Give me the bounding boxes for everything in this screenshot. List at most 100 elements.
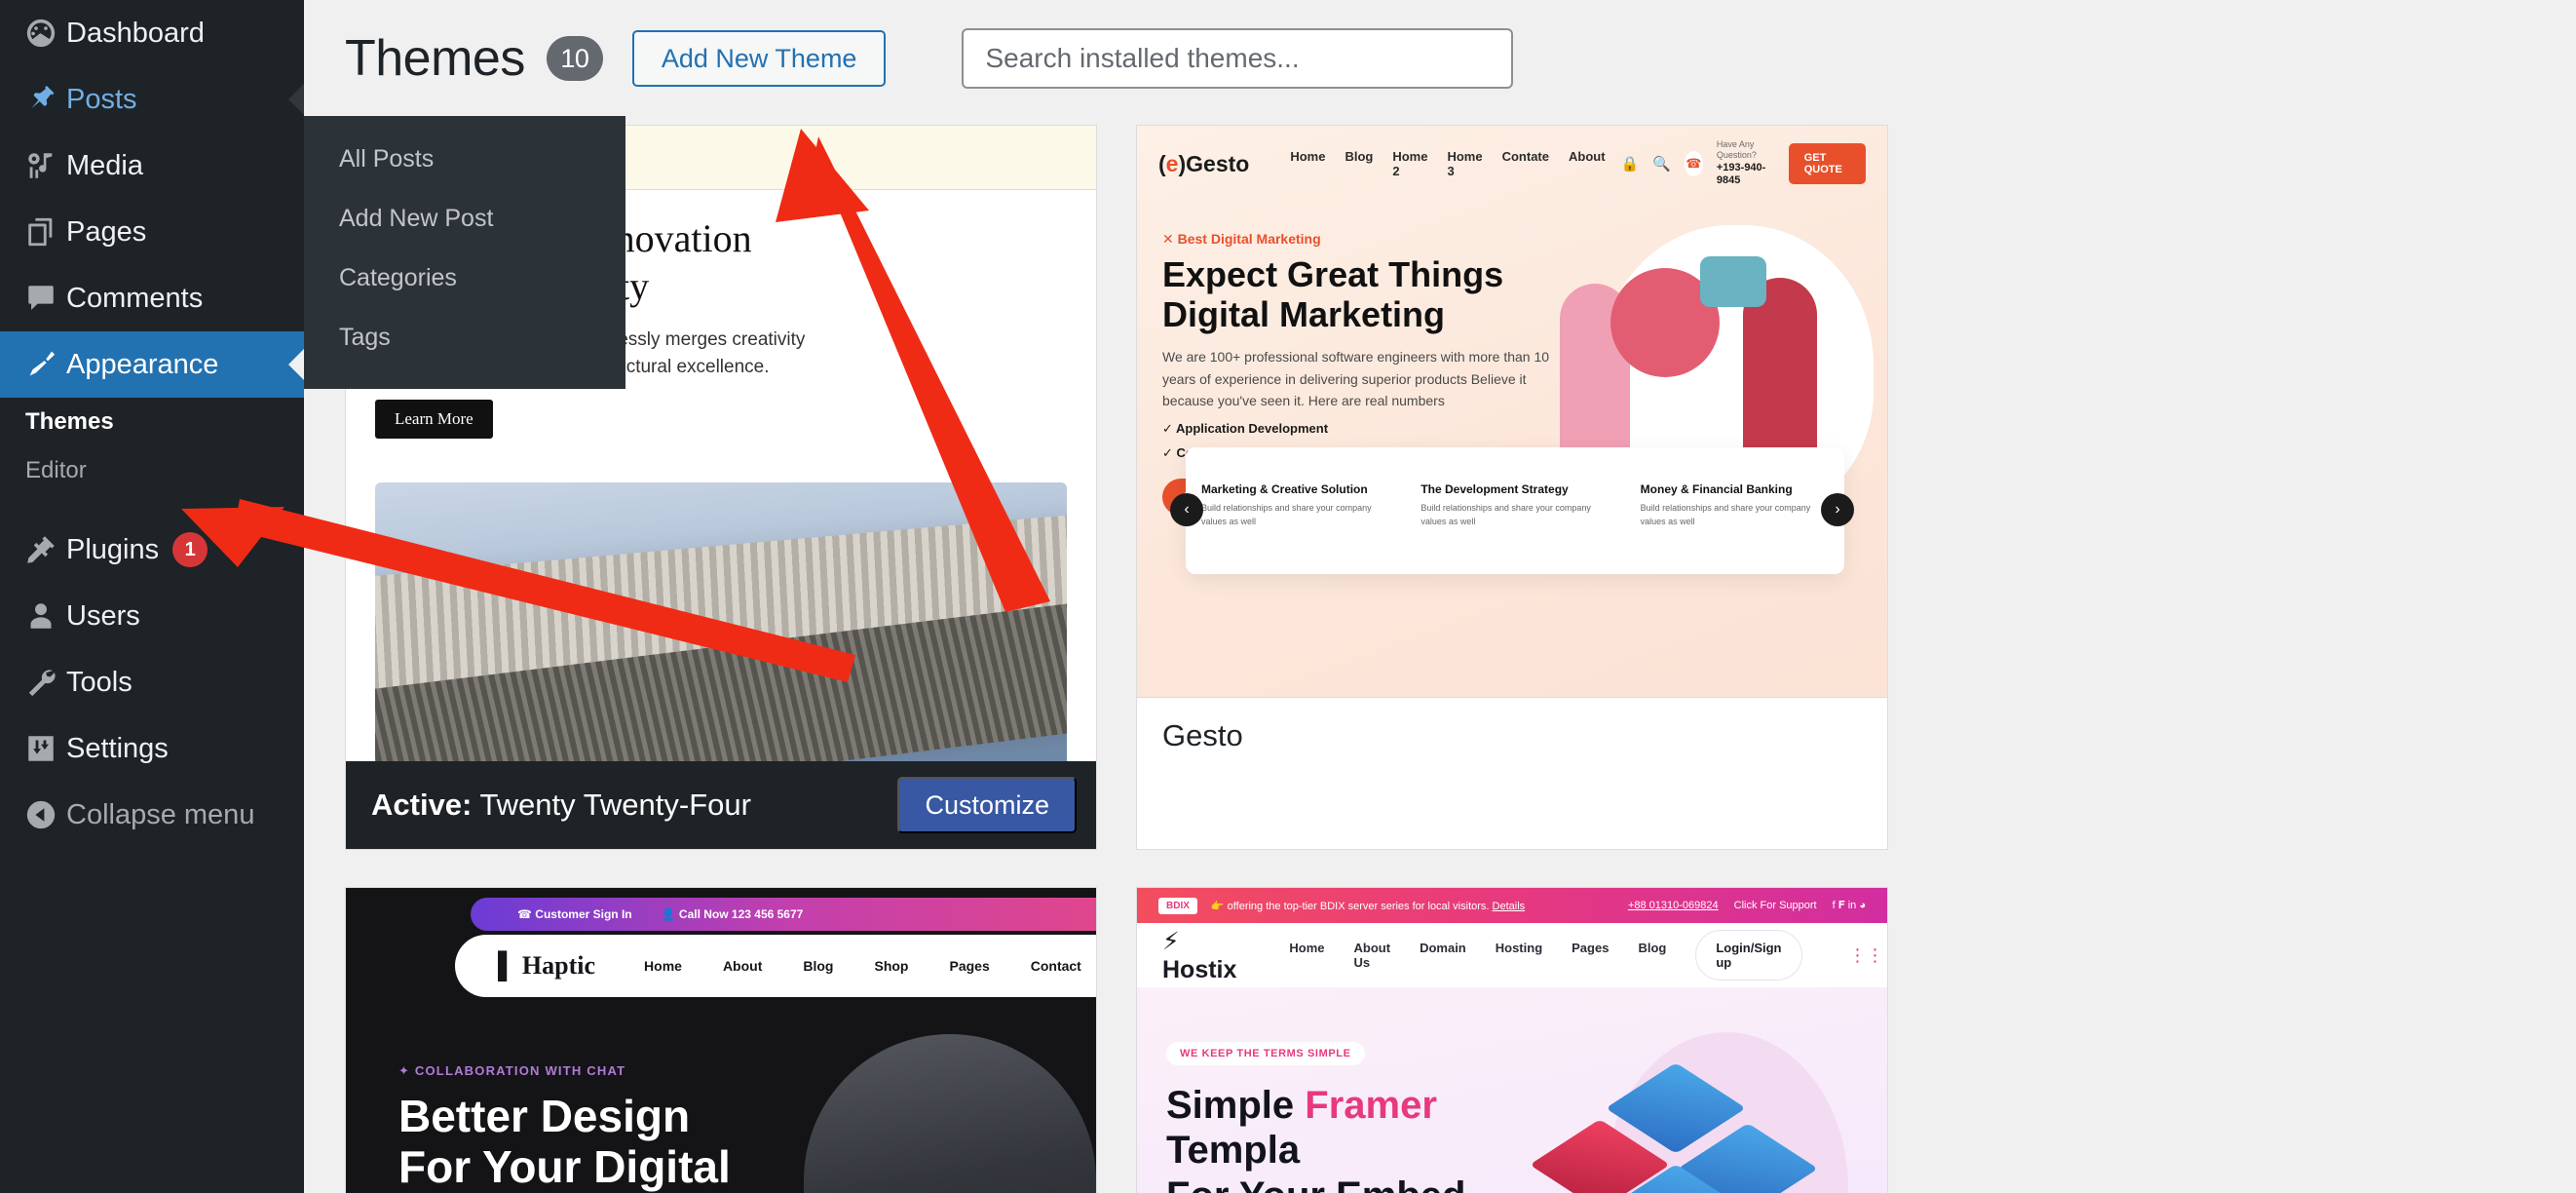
customize-button[interactable]: Customize	[897, 777, 1077, 833]
flyout-item-add-new-post[interactable]: Add New Post	[304, 189, 625, 249]
theme-card-gesto[interactable]: (e)Gesto Home Blog Home 2 Home 3 Contate…	[1136, 125, 1888, 850]
sidebar-item-posts[interactable]: Posts	[0, 66, 304, 133]
preview-nav-links: Home Blog Home 2 Home 3 Contate About	[1290, 149, 1605, 178]
theme-count-badge: 10	[547, 36, 603, 81]
sidebar-item-tools[interactable]: Tools	[0, 649, 304, 715]
preview-nav-links: Home About Blog Shop Pages Contact	[644, 958, 1081, 974]
heading-accent: Framer	[1305, 1084, 1437, 1127]
preview-learn-more-button: Learn More	[375, 400, 493, 439]
preview-logo-text: Gesto	[1186, 151, 1249, 176]
nav-link: About	[723, 958, 762, 974]
sidebar-item-settings[interactable]: Settings	[0, 715, 304, 782]
preview-illustration	[1526, 1042, 1858, 1193]
heading-pre: Simple	[1166, 1084, 1305, 1127]
nav-link: Home	[1290, 149, 1325, 178]
theme-name-text: Twenty Twenty-Four	[479, 788, 751, 822]
theme-screenshot[interactable]: BDIX 👉 offering the top-tier BDIX server…	[1137, 888, 1887, 1193]
sidebar-item-appearance[interactable]: Appearance	[0, 331, 304, 398]
appearance-brush-icon	[16, 348, 66, 381]
topbar-phone: +88 01310-069824	[1628, 900, 1719, 911]
preview-haptic: ☎ Customer Sign In 👤 Call Now 123 456 56…	[346, 888, 1096, 1193]
sidebar-item-plugins[interactable]: Plugins 1	[0, 517, 304, 583]
comments-icon	[16, 282, 66, 315]
main-content: Themes 10 Add New Theme ailable. Update …	[304, 0, 2576, 1193]
preview-heading: Simple Framer Templa For Your Embed	[1166, 1083, 1526, 1193]
topbar-right: +88 01310-069824 Click For Support f 𝐅 i…	[1628, 900, 1866, 912]
sidebar-item-collapse-menu[interactable]: Collapse menu	[0, 782, 304, 848]
admin-sidebar: Dashboard Posts Media Pages Comments	[0, 0, 304, 1193]
sidebar-subitem-editor[interactable]: Editor	[0, 446, 304, 495]
sidebar-item-dashboard[interactable]: Dashboard	[0, 0, 304, 66]
sidebar-item-comments[interactable]: Comments	[0, 265, 304, 331]
sidebar-item-label: Settings	[66, 733, 169, 765]
page-header: Themes 10 Add New Theme	[345, 25, 2537, 92]
sidebar-subitem-themes[interactable]: Themes	[0, 398, 304, 446]
card-desc: Build relationships and share your compa…	[1421, 502, 1609, 528]
preview-kicker: ✕ Best Digital Marketing	[1162, 231, 1554, 248]
topbar-support: Click For Support	[1734, 900, 1817, 911]
wordpress-admin-themes-page: Dashboard Posts Media Pages Comments	[0, 0, 2576, 1193]
menu-separator	[0, 495, 304, 517]
page-header-wrap: Themes 10 Add New Theme	[304, 0, 2576, 92]
promo-details-link: Details	[1493, 901, 1526, 912]
nav-link: Home	[1289, 941, 1324, 970]
preview-photo	[804, 1034, 1096, 1193]
preview-copy: WE KEEP THE TERMS SIMPLE Simple Framer T…	[1166, 1042, 1526, 1193]
preview-hero: WE KEEP THE TERMS SIMPLE Simple Framer T…	[1137, 987, 1887, 1193]
flyout-item-all-posts[interactable]: All Posts	[304, 130, 625, 189]
add-new-theme-button[interactable]: Add New Theme	[632, 30, 887, 87]
sidebar-item-label: Pages	[66, 216, 146, 249]
active-prefix: Active:	[371, 788, 472, 822]
preview-logo: ▌ Haptic	[498, 951, 595, 981]
preview-navbar: ⚡ Hostix Home About Us Domain Hosting Pa…	[1137, 923, 1887, 987]
search-input[interactable]	[985, 43, 1490, 74]
flyout-item-categories[interactable]: Categories	[304, 249, 625, 308]
theme-screenshot[interactable]: ☎ Customer Sign In 👤 Call Now 123 456 56…	[346, 888, 1096, 1193]
social-icons: f 𝐅 in ◕	[1833, 900, 1866, 912]
theme-card-haptic[interactable]: ☎ Customer Sign In 👤 Call Now 123 456 56…	[345, 887, 1097, 1193]
cart-icon: 🔒	[1621, 155, 1640, 173]
card-desc: Build relationships and share your compa…	[1641, 502, 1829, 528]
phone-label: Have Any Question?	[1717, 139, 1775, 162]
collapse-arrow-icon	[16, 798, 66, 831]
heading-line1: Expect Great Things	[1162, 254, 1503, 294]
theme-screenshot[interactable]: (e)Gesto Home Blog Home 2 Home 3 Contate…	[1137, 126, 1887, 697]
search-themes-box[interactable]	[962, 28, 1513, 89]
preview-body: We are 100+ professional software engine…	[1162, 346, 1554, 411]
users-icon	[16, 599, 66, 633]
feature-card: The Development Strategy Build relations…	[1405, 447, 1624, 574]
preview-feature-cards: Marketing & Creative Solution Build rela…	[1186, 447, 1844, 574]
nav-link: Blog	[1345, 149, 1373, 178]
sidebar-item-users[interactable]: Users	[0, 583, 304, 649]
topbar-signin-text: Customer Sign In	[535, 907, 631, 921]
heading-line2: Digital Marketing	[1162, 294, 1445, 334]
heading-line1: Better Design	[398, 1091, 690, 1141]
preview-heading: Better Design For Your Digital Products.	[398, 1091, 817, 1193]
phone-icon: ☎	[1685, 151, 1703, 176]
nav-link: About	[1569, 149, 1606, 178]
page-title: Themes 10	[345, 29, 603, 88]
settings-sliders-icon	[16, 732, 66, 765]
theme-footer: Gesto	[1137, 697, 1887, 773]
card-title: The Development Strategy	[1421, 482, 1609, 496]
topbar-call-text: Call Now 123 456 5677	[679, 907, 803, 921]
preview-navbar: ▌ Haptic Home About Blog Shop Pages Cont…	[455, 935, 1096, 997]
posts-pin-icon	[16, 83, 66, 116]
card-title: Marketing & Creative Solution	[1201, 482, 1389, 496]
preview-hostix: BDIX 👉 offering the top-tier BDIX server…	[1137, 888, 1887, 1193]
preview-bullet: ✓ Application Development	[1162, 421, 1554, 437]
theme-name: Active: Twenty Twenty-Four	[371, 788, 751, 823]
flyout-item-tags[interactable]: Tags	[304, 308, 625, 367]
preview-nav-links: Home About Us Domain Hosting Pages Blog	[1289, 941, 1666, 970]
themes-grid: ailable. Update now mmitment to innovati…	[304, 92, 2576, 1193]
nav-link: Home 2	[1392, 149, 1427, 178]
sidebar-item-label: Comments	[66, 283, 203, 315]
sidebar-item-media[interactable]: Media	[0, 133, 304, 199]
topbar-signin: ☎ Customer Sign In	[517, 907, 632, 921]
preview-kicker: ✦ COLLABORATION WITH CHAT	[398, 1063, 817, 1079]
sidebar-item-label: Posts	[66, 84, 137, 116]
promo-inner: offering the top-tier BDIX server series…	[1228, 901, 1490, 912]
theme-card-hostix[interactable]: BDIX 👉 offering the top-tier BDIX server…	[1136, 887, 1888, 1193]
preview-phone-block: Have Any Question? +193-940-9845	[1717, 139, 1775, 188]
sidebar-item-pages[interactable]: Pages	[0, 199, 304, 265]
